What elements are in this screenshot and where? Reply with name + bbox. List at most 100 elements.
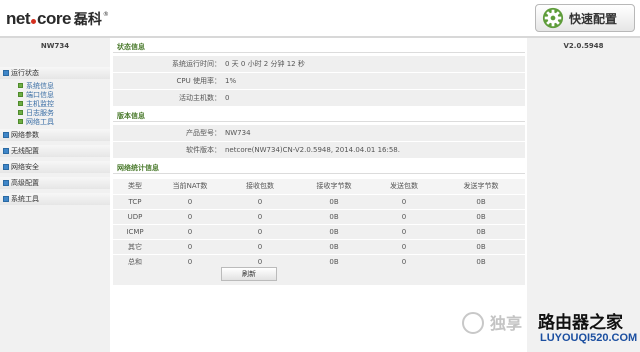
netcore-logo: net core 磊科 ® [6, 9, 109, 31]
column-header: 发送包数 [371, 179, 437, 194]
table-cell: 0B [297, 193, 371, 209]
traffic-section-title: 网络统计信息 [113, 163, 525, 174]
row-value: 0 天 0 小时 2 分钟 12 秒 [225, 60, 305, 68]
table-header-row: 类型 当前NAT数 接收包数 接收字节数 发送包数 发送字节数 [113, 179, 525, 194]
version-row-model: 产品型号： NW734 [113, 125, 525, 142]
menu-group-security[interactable]: 网络安全 [0, 161, 110, 173]
column-header: 类型 [113, 179, 157, 194]
bullet-icon [18, 110, 23, 115]
refresh-bar: 刷新 [113, 265, 525, 285]
table-cell: 0B [437, 223, 525, 239]
row-value: NW734 [225, 129, 251, 137]
column-header: 接收包数 [223, 179, 297, 194]
table-cell: 0 [157, 238, 223, 254]
column-header: 当前NAT数 [157, 179, 223, 194]
menu-group-label: 高级配置 [11, 179, 39, 187]
menu-group-label: 运行状态 [11, 69, 39, 77]
right-panel: V2.0.5948 [527, 38, 640, 352]
table-row: TCP 0 0 0B 0 0B [113, 193, 525, 209]
quick-config-label: 快速配置 [569, 11, 618, 26]
menu-group-label: 系统工具 [11, 195, 39, 203]
firmware-version: V2.0.5948 [563, 42, 604, 50]
table-cell: 0 [223, 223, 297, 239]
menu-group-wireless[interactable]: 无线配置 [0, 145, 110, 157]
table-cell: 0B [437, 238, 525, 254]
bullet-icon [18, 101, 23, 106]
row-value: 0 [225, 94, 230, 102]
menu-group-running-status[interactable]: 运行状态 [0, 67, 110, 79]
status-row-active-hosts: 活动主机数： 0 [113, 90, 525, 107]
table-cell: 0 [157, 208, 223, 224]
gear-icon [542, 7, 564, 29]
table-cell: UDP [113, 208, 157, 224]
menu-square-icon [3, 70, 9, 76]
row-key: 活动主机数： [179, 94, 221, 102]
table-cell: 0 [157, 193, 223, 209]
logo-cn-text: 磊科 [73, 12, 102, 28]
table-cell: 0 [371, 223, 437, 239]
quick-config-button[interactable]: 快速配置 [535, 4, 635, 32]
table-cell: 0 [223, 238, 297, 254]
table-cell: 0B [297, 208, 371, 224]
status-row-uptime: 系统运行时间： 0 天 0 小时 2 分钟 12 秒 [113, 56, 525, 73]
status-section-title: 状态信息 [113, 42, 525, 53]
sidebar-menu: 运行状态 系统信息 端口信息 主机监控 日志服务 网络工具 网络参数 无线配置 … [0, 67, 110, 209]
sidebar-model-name: NW734 [40, 42, 70, 50]
table-cell: 0B [297, 223, 371, 239]
logo-dot-icon [31, 19, 36, 24]
menu-square-icon [3, 132, 9, 138]
sidebar: NW734 运行状态 系统信息 端口信息 主机监控 日志服务 网络工具 网络参数… [0, 38, 110, 352]
main-content: 状态信息 系统运行时间： 0 天 0 小时 2 分钟 12 秒 CPU 使用率：… [113, 38, 525, 352]
table-cell: 0 [371, 238, 437, 254]
menu-square-icon [3, 164, 9, 170]
row-value: 1% [225, 77, 237, 85]
sidebar-item-label: 网络工具 [26, 117, 54, 126]
logo-text-net: net [6, 9, 31, 28]
table-row: ICMP 0 0 0B 0 0B [113, 223, 525, 239]
menu-group-network-params[interactable]: 网络参数 [0, 129, 110, 141]
logo-registered-mark: ® [102, 11, 109, 18]
table-row: 其它 0 0 0B 0 0B [113, 238, 525, 254]
version-row-software: 软件版本： netcore(NW734)CN-V2.0.5948, 2014.0… [113, 142, 525, 159]
sidebar-item-network-tools[interactable]: 网络工具 [18, 117, 110, 126]
table-cell: 0 [223, 193, 297, 209]
wechat-icon [462, 312, 484, 334]
menu-square-icon [3, 196, 9, 202]
header: net core 磊科 ® 快速配置 [0, 0, 640, 36]
table-cell: 0 [371, 208, 437, 224]
row-key: 系统运行时间： [172, 60, 221, 68]
table-cell: 0B [437, 208, 525, 224]
table-cell: 0B [437, 193, 525, 209]
watermark-tag: 独享 [490, 314, 523, 333]
menu-group-advanced[interactable]: 高级配置 [0, 177, 110, 189]
table-cell: 0 [223, 208, 297, 224]
running-status-submenu: 系统信息 端口信息 主机监控 日志服务 网络工具 [0, 81, 110, 126]
table-cell: 其它 [113, 238, 157, 254]
row-key: 软件版本： [186, 146, 221, 154]
row-value: netcore(NW734)CN-V2.0.5948, 2014.04.01 1… [225, 146, 400, 154]
logo-text-core: core [37, 9, 71, 28]
table-row: UDP 0 0 0B 0 0B [113, 208, 525, 224]
menu-group-label: 无线配置 [11, 147, 39, 155]
traffic-stats-table: 类型 当前NAT数 接收包数 接收字节数 发送包数 发送字节数 TCP 0 0 … [113, 179, 525, 269]
row-key: CPU 使用率： [176, 77, 221, 85]
row-key: 产品型号： [186, 129, 221, 137]
table-cell: ICMP [113, 223, 157, 239]
menu-square-icon [3, 180, 9, 186]
menu-group-system-tools[interactable]: 系统工具 [0, 193, 110, 205]
table-cell: 0 [371, 193, 437, 209]
bullet-icon [18, 119, 23, 124]
menu-group-label: 网络安全 [11, 163, 39, 171]
refresh-button[interactable]: 刷新 [221, 267, 277, 281]
bullet-icon [18, 92, 23, 97]
watermark-url: LUYOUQI520.COM [540, 332, 638, 344]
version-section-title: 版本信息 [113, 111, 525, 122]
column-header: 接收字节数 [297, 179, 371, 194]
table-cell: 0B [297, 238, 371, 254]
watermark: 独享 路由器之家 LUYOUQI520.COM [456, 306, 640, 352]
table-cell: 0 [157, 223, 223, 239]
column-header: 发送字节数 [437, 179, 525, 194]
menu-square-icon [3, 148, 9, 154]
bullet-icon [18, 83, 23, 88]
watermark-brand: 路由器之家 [538, 313, 623, 333]
